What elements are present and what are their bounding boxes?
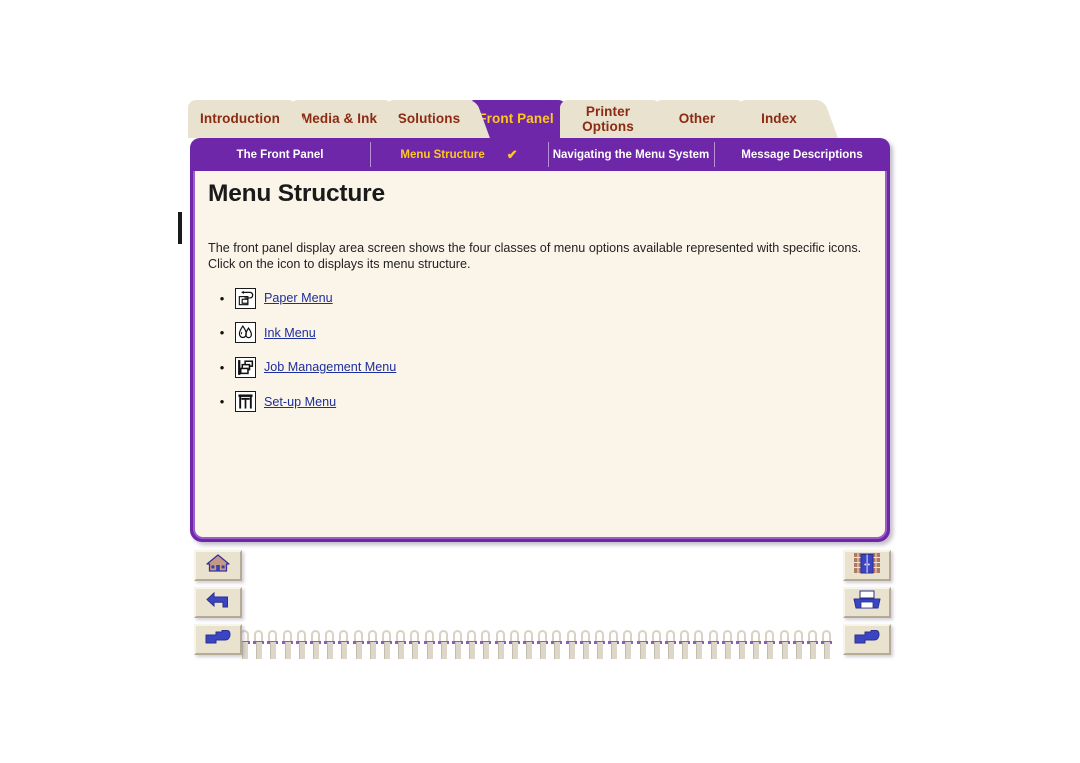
spiral-ring xyxy=(721,630,733,660)
subtab-navigating-the-menu-system[interactable]: Navigating the Menu System xyxy=(548,138,714,171)
spiral-ring xyxy=(324,630,336,660)
tab-label: Solutions xyxy=(397,110,461,126)
menu-link[interactable]: Set-up Menu xyxy=(264,395,336,409)
spiral-ring xyxy=(807,630,818,660)
list-item: • Set-up Menu xyxy=(209,385,396,420)
spiral-ring xyxy=(409,630,421,660)
spiral-ring xyxy=(381,630,392,660)
bullet-glyph: • xyxy=(219,290,225,306)
spiral-ring xyxy=(253,630,265,660)
spiral-ring xyxy=(594,630,605,660)
spiral-ring xyxy=(295,630,307,660)
next-page-button-left[interactable] xyxy=(194,624,242,655)
tab-label: Front Panel xyxy=(478,110,554,126)
page-title: Menu Structure xyxy=(208,180,385,207)
list-item: • Paper Menu xyxy=(209,281,396,316)
ink-menu-icon[interactable] xyxy=(235,322,256,344)
spiral-ring xyxy=(338,630,350,660)
spiral-ring xyxy=(693,630,705,660)
spiral-ring xyxy=(352,630,364,660)
spiral-ring xyxy=(636,630,648,660)
back-button[interactable] xyxy=(194,587,242,618)
tab-label: Other xyxy=(678,110,716,126)
spiral-binding xyxy=(239,630,835,662)
tab-label: Introduction xyxy=(200,110,280,126)
spiral-ring xyxy=(579,630,591,660)
subtab-label: Navigating the Menu System xyxy=(552,148,710,161)
subtab-the-front-panel[interactable]: The Front Panel xyxy=(190,138,370,171)
spiral-ring xyxy=(267,630,279,660)
home-button[interactable] xyxy=(194,550,242,581)
change-bar xyxy=(178,212,182,244)
spiral-ring xyxy=(437,630,449,660)
document-page: Menu Structure The front panel display a… xyxy=(193,171,887,539)
spiral-ring xyxy=(466,630,478,660)
pointing-hand-icon xyxy=(853,628,881,651)
menu-link[interactable]: Paper Menu xyxy=(264,291,333,305)
spiral-ring xyxy=(665,630,676,660)
spiral-ring xyxy=(622,630,634,660)
subtab-checkmark-icon: ✔ xyxy=(506,146,518,162)
spiral-ring xyxy=(764,630,776,660)
spiral-ring xyxy=(679,630,691,660)
content-panel: The Front Panel Menu Structure ✔ Navigating… xyxy=(190,138,890,542)
subtab-menu-structure[interactable]: Menu Structure ✔ xyxy=(370,138,548,171)
bullet-glyph: • xyxy=(219,359,225,375)
exit-button[interactable] xyxy=(843,550,891,581)
pointing-hand-icon xyxy=(204,628,232,651)
bullet-glyph: • xyxy=(219,394,225,410)
tab-printer-options[interactable]: Printer Options xyxy=(560,100,656,138)
page-intro-text: The front panel display area screen show… xyxy=(208,241,862,271)
subtab-label: Message Descriptions xyxy=(741,148,863,161)
home-icon xyxy=(205,553,231,578)
tab-label: Printer Options xyxy=(582,103,634,134)
spiral-ring xyxy=(281,630,293,660)
print-button[interactable] xyxy=(843,587,891,618)
spiral-ring xyxy=(650,630,662,660)
spiral-ring xyxy=(366,630,378,660)
next-page-button-right[interactable] xyxy=(843,624,891,655)
sub-tab-bar: The Front Panel Menu Structure ✔ Navigating… xyxy=(190,138,890,171)
spiral-ring xyxy=(423,630,435,660)
spiral-ring xyxy=(565,630,577,660)
main-tab-strip: Introduction Media & Ink Solutions Front Pa… xyxy=(188,100,900,140)
spiral-ring xyxy=(551,630,563,660)
subtab-label: The Front Panel xyxy=(236,148,324,161)
paper-menu-icon[interactable] xyxy=(235,287,256,309)
spiral-ring xyxy=(608,630,620,660)
spiral-ring xyxy=(480,630,492,660)
spiral-ring xyxy=(494,630,506,660)
spiral-ring xyxy=(736,630,747,660)
bullet-glyph: • xyxy=(219,325,225,341)
spiral-ring xyxy=(395,630,407,660)
set-up-menu-icon[interactable] xyxy=(235,391,256,413)
spiral-ring xyxy=(821,630,833,660)
spiral-ring xyxy=(523,630,534,660)
spiral-ring xyxy=(508,630,520,660)
back-arrow-icon xyxy=(204,590,232,615)
subtab-label: Menu Structure xyxy=(400,148,485,161)
tab-label: Media & Ink xyxy=(300,110,378,126)
list-item: • Ink Menu xyxy=(209,316,396,351)
spiral-ring xyxy=(778,630,790,660)
list-item: • Job Management Menu xyxy=(209,350,396,385)
job-management-menu-icon[interactable] xyxy=(235,356,256,378)
printer-icon xyxy=(852,590,882,616)
menu-class-list: • Paper Menu • Ink Menu • Job Management Menu… xyxy=(209,281,396,419)
subtab-message-descriptions[interactable]: Message Descriptions xyxy=(714,138,890,171)
spiral-ring xyxy=(537,630,549,660)
spiral-ring xyxy=(750,630,762,660)
spiral-ring xyxy=(310,630,321,660)
spiral-ring xyxy=(792,630,804,660)
spiral-ring xyxy=(707,630,719,660)
exit-door-icon xyxy=(853,552,881,579)
menu-link[interactable]: Job Management Menu xyxy=(264,360,396,374)
menu-link[interactable]: Ink Menu xyxy=(264,326,316,340)
tab-label: Index xyxy=(761,110,797,126)
spiral-ring xyxy=(452,630,463,660)
tab-introduction[interactable]: Introduction xyxy=(188,100,292,138)
